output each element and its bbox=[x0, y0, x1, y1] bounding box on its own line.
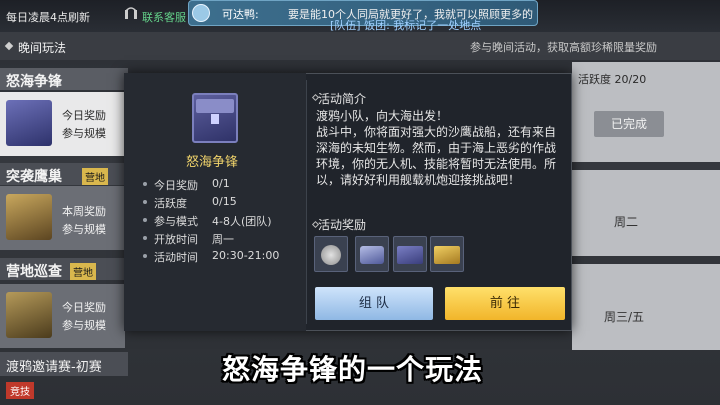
activity-name: 怒海争锋 bbox=[6, 74, 62, 90]
info-key: 今日奖励 bbox=[154, 179, 198, 192]
info-value: 周一 bbox=[212, 233, 234, 246]
activity-scale-label: 参与规模 bbox=[62, 223, 106, 236]
intro-line: 渡鸦小队，向大海出发！ bbox=[316, 109, 449, 123]
video-subtitle: 怒海争锋的一个玩法 bbox=[222, 353, 484, 386]
intro-title: 活动简介 bbox=[318, 92, 367, 106]
modal-divider bbox=[306, 80, 307, 324]
contact-cs-link[interactable]: 联系客服 bbox=[142, 9, 186, 25]
bullet-icon bbox=[143, 218, 147, 222]
bullet-icon bbox=[143, 236, 147, 240]
info-key: 活跃度 bbox=[154, 197, 187, 210]
avatar bbox=[192, 4, 210, 22]
go-button[interactable]: 前 往 bbox=[445, 287, 565, 320]
coin-icon bbox=[321, 245, 341, 265]
activity-reward-label: 今日奖励 bbox=[62, 109, 106, 122]
vehicle-icon bbox=[360, 246, 384, 264]
team-up-button[interactable]: 组 队 bbox=[315, 287, 433, 320]
activity-name: 突袭鹰巢 bbox=[6, 169, 62, 185]
crate-icon bbox=[397, 246, 423, 264]
bullet-icon bbox=[143, 200, 147, 204]
schedule-panel bbox=[572, 264, 720, 350]
gold-crate-icon bbox=[434, 246, 460, 264]
info-value: 4-8人(团队) bbox=[212, 215, 272, 228]
crate-lid bbox=[196, 99, 234, 113]
info-key: 参与模式 bbox=[154, 215, 198, 228]
activity-reward-label: 今日奖励 bbox=[62, 301, 106, 314]
team-chat-message: [队伍] 饭团: 我标记了一处地点 bbox=[330, 19, 482, 32]
crate-lock bbox=[211, 114, 219, 124]
bullet-icon bbox=[143, 254, 147, 258]
schedule-day: 周三/五 bbox=[604, 310, 645, 324]
bullet-icon bbox=[143, 182, 147, 186]
info-value: 0/15 bbox=[212, 195, 237, 208]
activity-points: 活跃度 20/20 bbox=[578, 73, 647, 86]
activity-tag: 竞技 bbox=[6, 382, 34, 399]
badge-icon bbox=[6, 292, 52, 338]
completed-button[interactable]: 已完成 bbox=[594, 111, 664, 137]
activity-name: 渡鸦邀请赛-初赛 bbox=[6, 360, 102, 375]
activity-scale-label: 参与规模 bbox=[62, 319, 106, 332]
schedule-panel bbox=[572, 170, 720, 256]
intro-body: 渡鸦小队，向大海出发！ 战斗中，你将面对强大的沙鹰战船，还有来自深海的未知生物。… bbox=[316, 108, 566, 188]
refresh-note: 每日凌晨4点刷新 bbox=[6, 11, 90, 24]
chat-sender: 可达鸭: bbox=[222, 8, 259, 21]
section-title: 晚间玩法 bbox=[18, 41, 67, 55]
activity-tag: 营地 bbox=[82, 168, 108, 185]
info-value: 20:30-21:00 bbox=[212, 249, 280, 262]
customer-service-icon[interactable] bbox=[124, 7, 138, 23]
activity-tag: 营地 bbox=[70, 263, 96, 280]
chest-icon bbox=[6, 194, 52, 240]
activity-name: 营地巡查 bbox=[6, 264, 62, 280]
crate-icon bbox=[6, 100, 52, 146]
info-value: 0/1 bbox=[212, 177, 230, 190]
activity-scale-label: 参与规模 bbox=[62, 127, 106, 140]
intro-line: 战斗中，你将面对强大的沙鹰战船，还有来自深海的未知生物。然而，由于海上恶劣的作战… bbox=[316, 125, 557, 187]
schedule-day: 周二 bbox=[614, 215, 639, 229]
reward-title: 活动奖励 bbox=[318, 218, 367, 232]
activity-reward-label: 本周奖励 bbox=[62, 205, 106, 218]
info-key: 活动时间 bbox=[154, 251, 198, 264]
modal-title: 怒海争锋 bbox=[186, 155, 239, 170]
section-description: 参与晚间活动，获取高额珍稀限量奖励 bbox=[470, 41, 657, 54]
info-key: 开放时间 bbox=[154, 233, 198, 246]
